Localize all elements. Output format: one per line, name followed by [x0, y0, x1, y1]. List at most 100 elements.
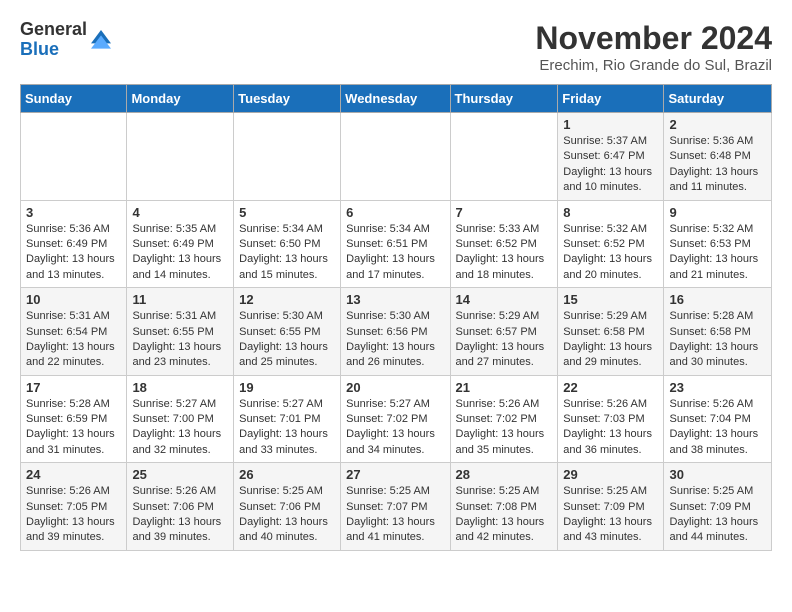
- day-info: Sunrise: 5:26 AM: [26, 484, 121, 499]
- logo-general: General: [20, 20, 87, 40]
- day-info: Sunset: 6:49 PM: [26, 237, 121, 252]
- calendar-cell: 23Sunrise: 5:26 AMSunset: 7:04 PMDayligh…: [664, 375, 772, 463]
- day-number: 4: [132, 205, 228, 220]
- day-info: Sunrise: 5:26 AM: [132, 484, 228, 499]
- day-info: Sunset: 6:53 PM: [669, 237, 766, 252]
- day-info: Sunset: 6:50 PM: [239, 237, 335, 252]
- day-number: 19: [239, 380, 335, 395]
- day-info: Sunset: 7:00 PM: [132, 412, 228, 427]
- day-info: Daylight: 13 hours and 29 minutes.: [563, 340, 658, 371]
- calendar-week-row: 17Sunrise: 5:28 AMSunset: 6:59 PMDayligh…: [21, 375, 772, 463]
- day-info: Sunrise: 5:34 AM: [239, 222, 335, 237]
- day-info: Daylight: 13 hours and 44 minutes.: [669, 515, 766, 546]
- calendar-cell: 20Sunrise: 5:27 AMSunset: 7:02 PMDayligh…: [341, 375, 450, 463]
- weekday-header: Sunday: [21, 85, 127, 113]
- weekday-header: Saturday: [664, 85, 772, 113]
- day-info: Sunrise: 5:36 AM: [26, 222, 121, 237]
- calendar-cell: 30Sunrise: 5:25 AMSunset: 7:09 PMDayligh…: [664, 463, 772, 551]
- calendar-cell: 26Sunrise: 5:25 AMSunset: 7:06 PMDayligh…: [234, 463, 341, 551]
- day-info: Daylight: 13 hours and 20 minutes.: [563, 252, 658, 283]
- day-info: Daylight: 13 hours and 31 minutes.: [26, 427, 121, 458]
- day-number: 5: [239, 205, 335, 220]
- calendar-cell: 18Sunrise: 5:27 AMSunset: 7:00 PMDayligh…: [127, 375, 234, 463]
- day-info: Daylight: 13 hours and 33 minutes.: [239, 427, 335, 458]
- day-info: Daylight: 13 hours and 43 minutes.: [563, 515, 658, 546]
- day-info: Sunset: 6:58 PM: [563, 325, 658, 340]
- day-number: 27: [346, 467, 444, 482]
- day-info: Sunrise: 5:32 AM: [563, 222, 658, 237]
- day-info: Sunset: 7:02 PM: [346, 412, 444, 427]
- day-info: Sunrise: 5:25 AM: [563, 484, 658, 499]
- calendar-cell: 19Sunrise: 5:27 AMSunset: 7:01 PMDayligh…: [234, 375, 341, 463]
- weekday-header: Tuesday: [234, 85, 341, 113]
- day-info: Daylight: 13 hours and 27 minutes.: [456, 340, 553, 371]
- calendar-cell: 7Sunrise: 5:33 AMSunset: 6:52 PMDaylight…: [450, 200, 558, 288]
- day-info: Sunset: 6:55 PM: [132, 325, 228, 340]
- day-number: 13: [346, 292, 444, 307]
- day-info: Sunset: 7:07 PM: [346, 500, 444, 515]
- calendar-cell: 28Sunrise: 5:25 AMSunset: 7:08 PMDayligh…: [450, 463, 558, 551]
- day-number: 18: [132, 380, 228, 395]
- day-info: Daylight: 13 hours and 30 minutes.: [669, 340, 766, 371]
- calendar-cell: [234, 113, 341, 201]
- day-number: 12: [239, 292, 335, 307]
- day-info: Sunset: 6:52 PM: [456, 237, 553, 252]
- day-info: Sunrise: 5:27 AM: [132, 397, 228, 412]
- day-info: Sunrise: 5:25 AM: [346, 484, 444, 499]
- day-number: 2: [669, 117, 766, 132]
- day-number: 16: [669, 292, 766, 307]
- calendar-week-row: 24Sunrise: 5:26 AMSunset: 7:05 PMDayligh…: [21, 463, 772, 551]
- day-info: Sunrise: 5:35 AM: [132, 222, 228, 237]
- day-info: Sunrise: 5:27 AM: [346, 397, 444, 412]
- day-info: Daylight: 13 hours and 39 minutes.: [26, 515, 121, 546]
- day-number: 24: [26, 467, 121, 482]
- day-number: 9: [669, 205, 766, 220]
- day-info: Sunrise: 5:25 AM: [669, 484, 766, 499]
- day-info: Daylight: 13 hours and 18 minutes.: [456, 252, 553, 283]
- day-info: Daylight: 13 hours and 39 minutes.: [132, 515, 228, 546]
- weekday-header: Monday: [127, 85, 234, 113]
- day-info: Daylight: 13 hours and 13 minutes.: [26, 252, 121, 283]
- day-info: Sunset: 6:54 PM: [26, 325, 121, 340]
- day-info: Sunset: 7:06 PM: [132, 500, 228, 515]
- day-info: Sunrise: 5:25 AM: [239, 484, 335, 499]
- calendar-cell: [341, 113, 450, 201]
- day-info: Daylight: 13 hours and 41 minutes.: [346, 515, 444, 546]
- day-info: Sunset: 6:51 PM: [346, 237, 444, 252]
- day-info: Sunrise: 5:31 AM: [26, 309, 121, 324]
- day-info: Sunset: 7:08 PM: [456, 500, 553, 515]
- day-info: Daylight: 13 hours and 25 minutes.: [239, 340, 335, 371]
- day-info: Daylight: 13 hours and 15 minutes.: [239, 252, 335, 283]
- day-number: 15: [563, 292, 658, 307]
- calendar-cell: 29Sunrise: 5:25 AMSunset: 7:09 PMDayligh…: [558, 463, 664, 551]
- logo: General Blue: [20, 20, 111, 60]
- day-number: 11: [132, 292, 228, 307]
- calendar-cell: [127, 113, 234, 201]
- day-info: Daylight: 13 hours and 36 minutes.: [563, 427, 658, 458]
- day-info: Sunset: 6:48 PM: [669, 149, 766, 164]
- day-info: Sunrise: 5:37 AM: [563, 134, 658, 149]
- calendar-cell: 22Sunrise: 5:26 AMSunset: 7:03 PMDayligh…: [558, 375, 664, 463]
- day-info: Sunrise: 5:30 AM: [239, 309, 335, 324]
- day-info: Sunset: 7:02 PM: [456, 412, 553, 427]
- calendar-cell: 13Sunrise: 5:30 AMSunset: 6:56 PMDayligh…: [341, 288, 450, 376]
- day-info: Sunrise: 5:29 AM: [563, 309, 658, 324]
- day-info: Daylight: 13 hours and 17 minutes.: [346, 252, 444, 283]
- calendar-cell: 12Sunrise: 5:30 AMSunset: 6:55 PMDayligh…: [234, 288, 341, 376]
- day-info: Sunrise: 5:32 AM: [669, 222, 766, 237]
- month-title: November 2024: [535, 20, 772, 57]
- day-info: Sunrise: 5:34 AM: [346, 222, 444, 237]
- day-info: Sunrise: 5:28 AM: [669, 309, 766, 324]
- day-info: Sunrise: 5:29 AM: [456, 309, 553, 324]
- day-number: 28: [456, 467, 553, 482]
- day-info: Sunset: 7:01 PM: [239, 412, 335, 427]
- calendar-week-row: 1Sunrise: 5:37 AMSunset: 6:47 PMDaylight…: [21, 113, 772, 201]
- day-info: Daylight: 13 hours and 38 minutes.: [669, 427, 766, 458]
- day-number: 23: [669, 380, 766, 395]
- day-info: Sunset: 7:09 PM: [669, 500, 766, 515]
- day-info: Sunset: 6:59 PM: [26, 412, 121, 427]
- day-number: 1: [563, 117, 658, 132]
- day-info: Sunrise: 5:25 AM: [456, 484, 553, 499]
- day-number: 17: [26, 380, 121, 395]
- day-info: Sunset: 7:06 PM: [239, 500, 335, 515]
